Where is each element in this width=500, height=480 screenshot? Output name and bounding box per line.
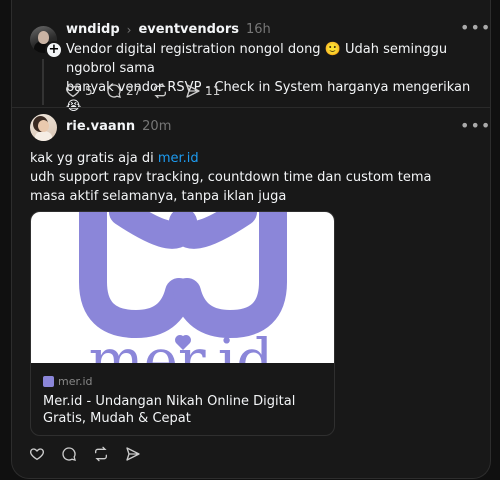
repost-icon	[154, 83, 166, 99]
post-text: Vendor digital registration nongol dong …	[66, 42, 471, 114]
heart-icon	[66, 85, 80, 98]
comment-icon	[107, 84, 121, 98]
heart-icon	[30, 448, 44, 461]
link-preview-card[interactable]: mer.id mer.id Mer.id - Undangan Nikah On…	[30, 211, 335, 436]
post-text: kak yg gratis aja di mer.id udh support …	[30, 151, 432, 204]
mer-id-logo: mer.id	[79, 212, 287, 363]
link-site: mer.id	[43, 375, 93, 388]
share-button[interactable]	[125, 446, 141, 462]
logo-wordmark: mer.id	[89, 326, 274, 363]
more-dots-icon[interactable]: •••	[460, 18, 490, 37]
chevron-right-icon: ›	[126, 22, 132, 37]
mer-id-link[interactable]: mer.id	[158, 151, 199, 166]
post-header: rie.vaann 20m	[66, 119, 171, 134]
reply-to-username[interactable]: eventvendors	[138, 22, 239, 37]
link-title[interactable]: Mer.id - Undangan Nikah Online Digital G…	[43, 393, 328, 427]
favicon-icon	[43, 376, 54, 387]
timestamp[interactable]: 20m	[142, 119, 171, 134]
repost-icon	[95, 446, 107, 462]
post-header: wndidp › eventvendors 16h	[66, 22, 271, 37]
more-dots-icon[interactable]: •••	[460, 116, 490, 135]
repost-button[interactable]	[152, 83, 168, 99]
send-icon	[126, 447, 140, 461]
reply-button[interactable]: 27	[106, 83, 141, 99]
like-button[interactable]: 5	[65, 83, 93, 99]
divider	[12, 107, 490, 108]
like-button[interactable]	[29, 446, 45, 462]
comment-icon	[62, 447, 76, 461]
thread-panel: + wndidp › eventvendors 16h ••• Vendor d…	[11, 0, 491, 479]
timestamp[interactable]: 16h	[246, 22, 271, 37]
username[interactable]: rie.vaann	[66, 119, 135, 134]
reply-button[interactable]	[61, 446, 77, 462]
username[interactable]: wndidp	[66, 22, 120, 37]
avatar[interactable]	[30, 114, 57, 141]
follow-plus-icon[interactable]: +	[45, 41, 63, 59]
thread-connector-line	[42, 59, 44, 105]
send-icon	[186, 84, 200, 98]
repost-button[interactable]	[93, 446, 109, 462]
link-preview-image: mer.id	[31, 212, 334, 363]
share-button[interactable]: 11	[185, 83, 220, 99]
